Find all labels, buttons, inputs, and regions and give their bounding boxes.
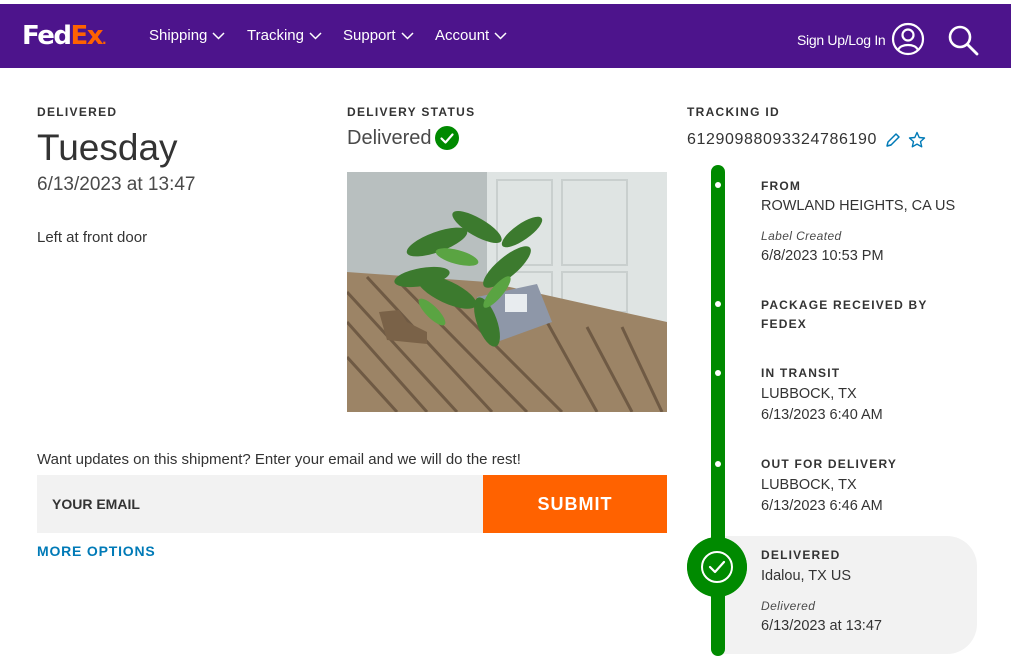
nav-support-label: Support — [343, 27, 396, 44]
nav-shipping[interactable]: Shipping — [149, 26, 225, 46]
chevron-down-icon — [212, 32, 225, 40]
timeline-dot — [715, 182, 721, 188]
nav-shipping-label: Shipping — [149, 27, 208, 44]
step-event: Label Created — [761, 229, 842, 243]
step-location: ROWLAND HEIGHTS, CA US — [761, 198, 956, 214]
top-nav-bar: FedEx. Shipping Tracking Support Account… — [0, 4, 1011, 68]
updates-prompt: Want updates on this shipment? Enter you… — [37, 451, 521, 468]
step-title: DELIVERED — [761, 548, 841, 562]
delivery-status-label: DELIVERY STATUS — [347, 105, 476, 119]
step-datetime: 6/8/2023 10:53 PM — [761, 248, 884, 264]
timeline-dot — [715, 301, 721, 307]
chevron-down-icon — [309, 32, 322, 40]
tracking-id-label: TRACKING ID — [687, 105, 780, 119]
check-circle-icon — [687, 537, 747, 597]
step-event: Delivered — [761, 599, 816, 613]
tracking-id-value: 612909880933247861​90 — [687, 131, 877, 148]
step-title: FROM — [761, 179, 802, 193]
delivery-proof-photo[interactable] — [347, 172, 667, 412]
timeline-dot — [715, 461, 721, 467]
tracking-id-row: 612909880933247861​90 — [687, 130, 926, 150]
step-title: OUT FOR DELIVERY — [761, 457, 898, 471]
email-input[interactable] — [37, 475, 483, 533]
check-circle-icon — [435, 126, 460, 150]
nav-account[interactable]: Account — [435, 26, 507, 46]
star-icon[interactable] — [908, 131, 926, 149]
email-field-container — [37, 475, 483, 533]
nav-tracking[interactable]: Tracking — [247, 26, 322, 46]
search-icon[interactable] — [946, 23, 980, 57]
delivery-note: Left at front door — [37, 229, 148, 246]
step-location: LUBBOCK, TX — [761, 386, 857, 402]
chevron-down-icon — [494, 32, 507, 40]
step-datetime: 6/13/2023 6:40 AM — [761, 407, 883, 423]
timeline-dot — [715, 370, 721, 376]
pencil-icon[interactable] — [885, 132, 901, 148]
submit-button[interactable]: SUBMIT — [483, 475, 667, 533]
more-options-link[interactable]: MORE OPTIONS — [37, 543, 156, 559]
user-icon[interactable] — [891, 22, 925, 56]
chevron-down-icon — [401, 32, 414, 40]
step-location: Idalou, TX US — [761, 568, 852, 584]
nav-tracking-label: Tracking — [247, 27, 304, 44]
delivered-step-card — [716, 536, 977, 654]
step-datetime: 6/13/2023 at 13:47 — [761, 618, 882, 634]
delivery-status-value: Delivered — [347, 127, 432, 149]
sign-in-link[interactable]: Sign Up/Log In — [797, 30, 886, 50]
fedex-logo[interactable]: FedEx. — [22, 22, 107, 54]
delivery-status: Delivered — [347, 125, 460, 151]
step-datetime: 6/13/2023 6:46 AM — [761, 498, 883, 514]
delivered-label: DELIVERED — [37, 105, 118, 119]
step-title: IN TRANSIT — [761, 366, 841, 380]
nav-account-label: Account — [435, 27, 490, 44]
step-title: PACKAGE RECEIVED BY — [761, 298, 928, 312]
nav-support[interactable]: Support — [343, 26, 414, 46]
delivery-datetime: 6/13/2023 at 13:47 — [37, 174, 196, 195]
step-title-line2: FEDEX — [761, 317, 808, 331]
step-location: LUBBOCK, TX — [761, 477, 857, 493]
delivery-day: Tuesday — [37, 127, 178, 168]
